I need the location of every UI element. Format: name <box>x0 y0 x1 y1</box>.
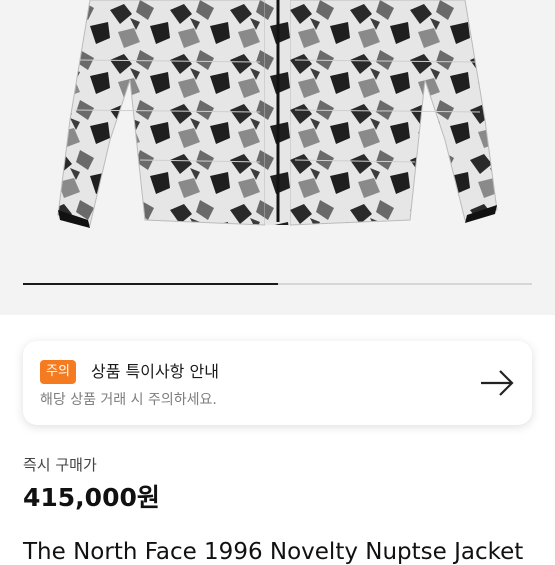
product-title: The North Face 1996 Novelty Nuptse Jacke… <box>23 539 524 565</box>
instant-buy-price-label: 즉시 구매가 <box>23 456 97 474</box>
product-image <box>57 0 498 228</box>
arrow-right-icon[interactable] <box>479 369 515 397</box>
caution-badge: 주의 <box>40 360 76 384</box>
carousel-progress-track <box>23 283 532 285</box>
instant-buy-price: 415,000원 <box>23 483 160 512</box>
carousel-progress-fill <box>23 283 278 285</box>
product-image-carousel[interactable] <box>0 0 555 315</box>
product-notice-card[interactable]: 주의 상품 특이사항 안내 해당 상품 거래 시 주의하세요. <box>23 341 532 425</box>
notice-subtitle: 해당 상품 거래 시 주의하세요. <box>40 392 217 408</box>
notice-title: 상품 특이사항 안내 <box>91 362 219 381</box>
